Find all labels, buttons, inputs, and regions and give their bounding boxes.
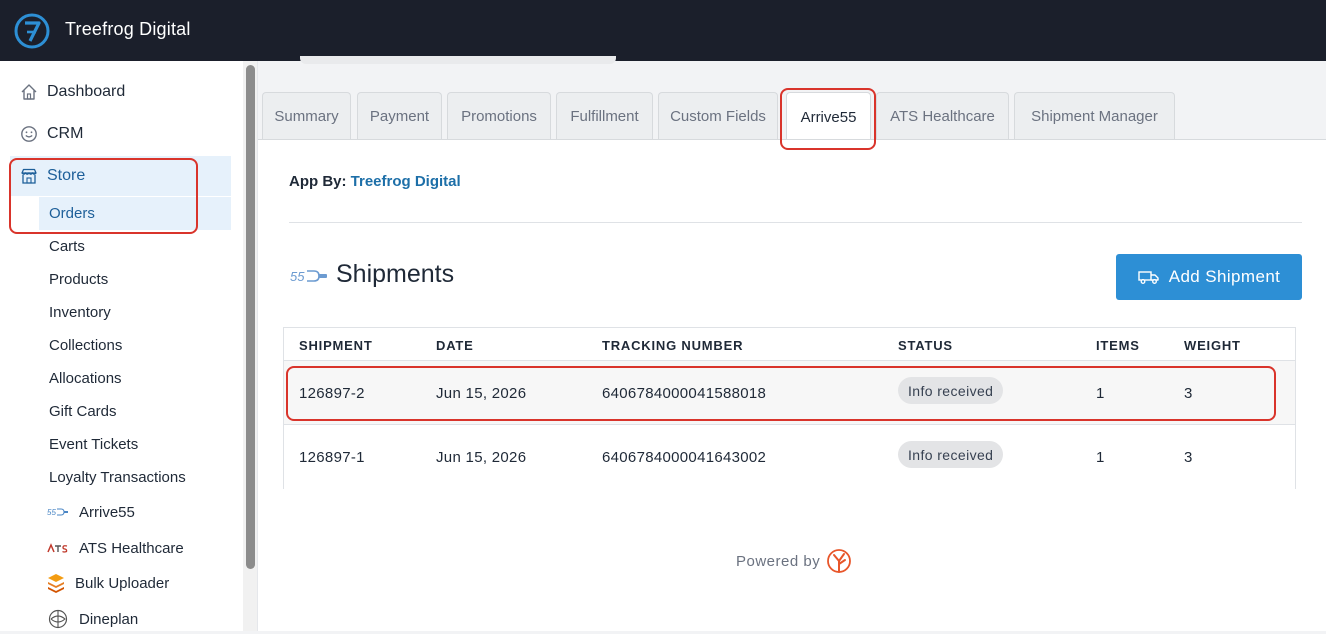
sidebar-item-label: Collections xyxy=(49,337,123,354)
sidebar: Dashboard CRM Store Orders Carts Product… xyxy=(0,61,243,631)
tab-label: Payment xyxy=(369,107,430,125)
sidebar-item-label: Allocations xyxy=(49,370,122,387)
sidebar-item-label: Orders xyxy=(49,205,95,222)
sidebar-item-label: Products xyxy=(49,271,109,288)
sidebar-item-label: Gift Cards xyxy=(49,403,117,420)
add-shipment-label: Add Shipment xyxy=(1168,267,1281,286)
sidebar-item-inventory[interactable]: Inventory xyxy=(39,296,231,329)
status-badge: Info received xyxy=(898,377,1004,404)
weight: 3 xyxy=(1184,449,1193,466)
powered-by-label: Powered by xyxy=(736,552,821,570)
column-header-status[interactable]: STATUS xyxy=(898,338,953,353)
sidebar-item-ats-healthcare[interactable]: ATS Healthcare xyxy=(47,533,184,563)
app-by: App By: Treefrog Digital xyxy=(289,173,461,190)
tab-payment[interactable]: Payment xyxy=(357,92,442,139)
store-icon xyxy=(18,165,40,187)
tab-shipment-manager[interactable]: Shipment Manager xyxy=(1014,92,1175,139)
sidebar-item-label: Dineplan xyxy=(79,610,139,628)
smile-icon xyxy=(18,123,40,145)
svg-text:55: 55 xyxy=(47,508,56,517)
top-bar: Treefrog Digital xyxy=(0,0,1326,61)
column-header-shipment[interactable]: SHIPMENT xyxy=(299,338,373,353)
sidebar-item-gift-cards[interactable]: Gift Cards xyxy=(39,395,231,428)
shipment-id: 126897-2 xyxy=(299,385,365,402)
column-header-tracking-number[interactable]: TRACKING NUMBER xyxy=(602,338,743,353)
layers-icon xyxy=(47,574,65,593)
header-shadow xyxy=(300,56,616,64)
treefrog-logo-icon[interactable] xyxy=(826,548,852,574)
sidebar-item-label: Store xyxy=(47,167,86,184)
sidebar-item-event-tickets[interactable]: Event Tickets xyxy=(39,428,231,461)
sidebar-item-dineplan[interactable]: Dineplan xyxy=(47,604,138,634)
sidebar-item-carts[interactable]: Carts xyxy=(39,230,231,263)
sidebar-item-label: Bulk Uploader xyxy=(75,574,170,592)
sidebar-item-label: Inventory xyxy=(49,304,111,321)
divider xyxy=(289,222,1302,223)
tab-label: Summary xyxy=(274,107,339,125)
sidebar-item-label: Arrive55 xyxy=(79,503,135,521)
sidebar-item-products[interactable]: Products xyxy=(39,263,231,296)
tab-label: ATS Healthcare xyxy=(890,107,995,125)
sidebar-item-label: Dashboard xyxy=(47,83,126,100)
sidebar-item-collections[interactable]: Collections xyxy=(39,329,231,362)
tab-label: Custom Fields xyxy=(670,107,766,125)
tracking-number: 6406784000041643002 xyxy=(602,449,767,466)
table-row[interactable]: 126897-2 Jun 15, 2026 640678400004158801… xyxy=(284,360,1295,425)
arrive55-logo-icon: 55 xyxy=(47,503,69,521)
tab-label: Promotions xyxy=(461,107,537,125)
tab-label: Fulfillment xyxy=(570,107,639,125)
arrive55-logo-icon: 55 xyxy=(290,269,327,284)
sidebar-item-bulk-uploader[interactable]: Bulk Uploader xyxy=(47,568,169,598)
column-header-date[interactable]: DATE xyxy=(436,338,474,353)
shipments-table: SHIPMENT DATE TRACKING NUMBER STATUS ITE… xyxy=(283,327,1296,489)
sidebar-item-loyalty-transactions[interactable]: Loyalty Transactions xyxy=(39,461,231,494)
sidebar-item-label: Event Tickets xyxy=(49,436,139,453)
shipment-date: Jun 15, 2026 xyxy=(436,385,527,402)
sidebar-item-label: Carts xyxy=(49,238,85,255)
sidebar-item-label: ATS Healthcare xyxy=(79,539,184,557)
tab-summary[interactable]: Summary xyxy=(262,92,351,139)
sidebar-item-orders[interactable]: Orders xyxy=(39,197,231,230)
sidebar-item-dashboard[interactable]: Dashboard xyxy=(10,74,231,110)
dineplan-icon xyxy=(47,609,69,629)
add-shipment-button[interactable]: Add Shipment xyxy=(1116,254,1302,300)
home-icon xyxy=(18,81,40,103)
status-badge: Info received xyxy=(898,441,1004,468)
shipment-date: Jun 15, 2026 xyxy=(436,449,527,466)
tab-promotions[interactable]: Promotions xyxy=(447,92,551,139)
sidebar-item-label: Loyalty Transactions xyxy=(49,469,186,486)
truck-icon xyxy=(1138,269,1160,285)
tab-custom-fields[interactable]: Custom Fields xyxy=(658,92,778,139)
weight: 3 xyxy=(1184,385,1193,402)
brand-name: Treefrog Digital xyxy=(65,19,191,39)
scrollbar-thumb[interactable] xyxy=(246,65,255,569)
tab-fulfillment[interactable]: Fulfillment xyxy=(556,92,653,139)
sidebar-item-store[interactable]: Store xyxy=(10,156,231,196)
sidebar-item-arrive55[interactable]: 55 Arrive55 xyxy=(47,497,135,527)
svg-text:55: 55 xyxy=(290,269,305,284)
treefrog-logo-icon[interactable] xyxy=(14,13,50,49)
app-by-link[interactable]: Treefrog Digital xyxy=(351,173,461,190)
tab-label: Shipment Manager xyxy=(1031,107,1158,125)
sidebar-item-label: CRM xyxy=(47,125,84,142)
item-count: 1 xyxy=(1096,449,1105,466)
sidebar-item-allocations[interactable]: Allocations xyxy=(39,362,231,395)
tracking-number: 6406784000041588018 xyxy=(602,385,767,402)
table-row[interactable]: 126897-1 Jun 15, 2026 640678400004164300… xyxy=(284,424,1295,489)
app-by-label: App By: xyxy=(289,173,347,190)
sidebar-item-crm[interactable]: CRM xyxy=(10,116,231,152)
sidebar-scrollbar[interactable] xyxy=(243,61,258,631)
shipments-title: Shipments xyxy=(336,260,455,288)
shipment-id: 126897-1 xyxy=(299,449,365,466)
item-count: 1 xyxy=(1096,385,1105,402)
tab-ats-healthcare[interactable]: ATS Healthcare xyxy=(876,92,1009,139)
powered-by: Powered by xyxy=(736,548,852,574)
column-header-weight[interactable]: WEIGHT xyxy=(1184,338,1241,353)
tab-label: Arrive55 xyxy=(800,108,857,126)
column-header-items[interactable]: ITEMS xyxy=(1096,338,1140,353)
tab-arrive55[interactable]: Arrive55 xyxy=(786,92,871,141)
ats-logo-icon xyxy=(47,539,69,557)
